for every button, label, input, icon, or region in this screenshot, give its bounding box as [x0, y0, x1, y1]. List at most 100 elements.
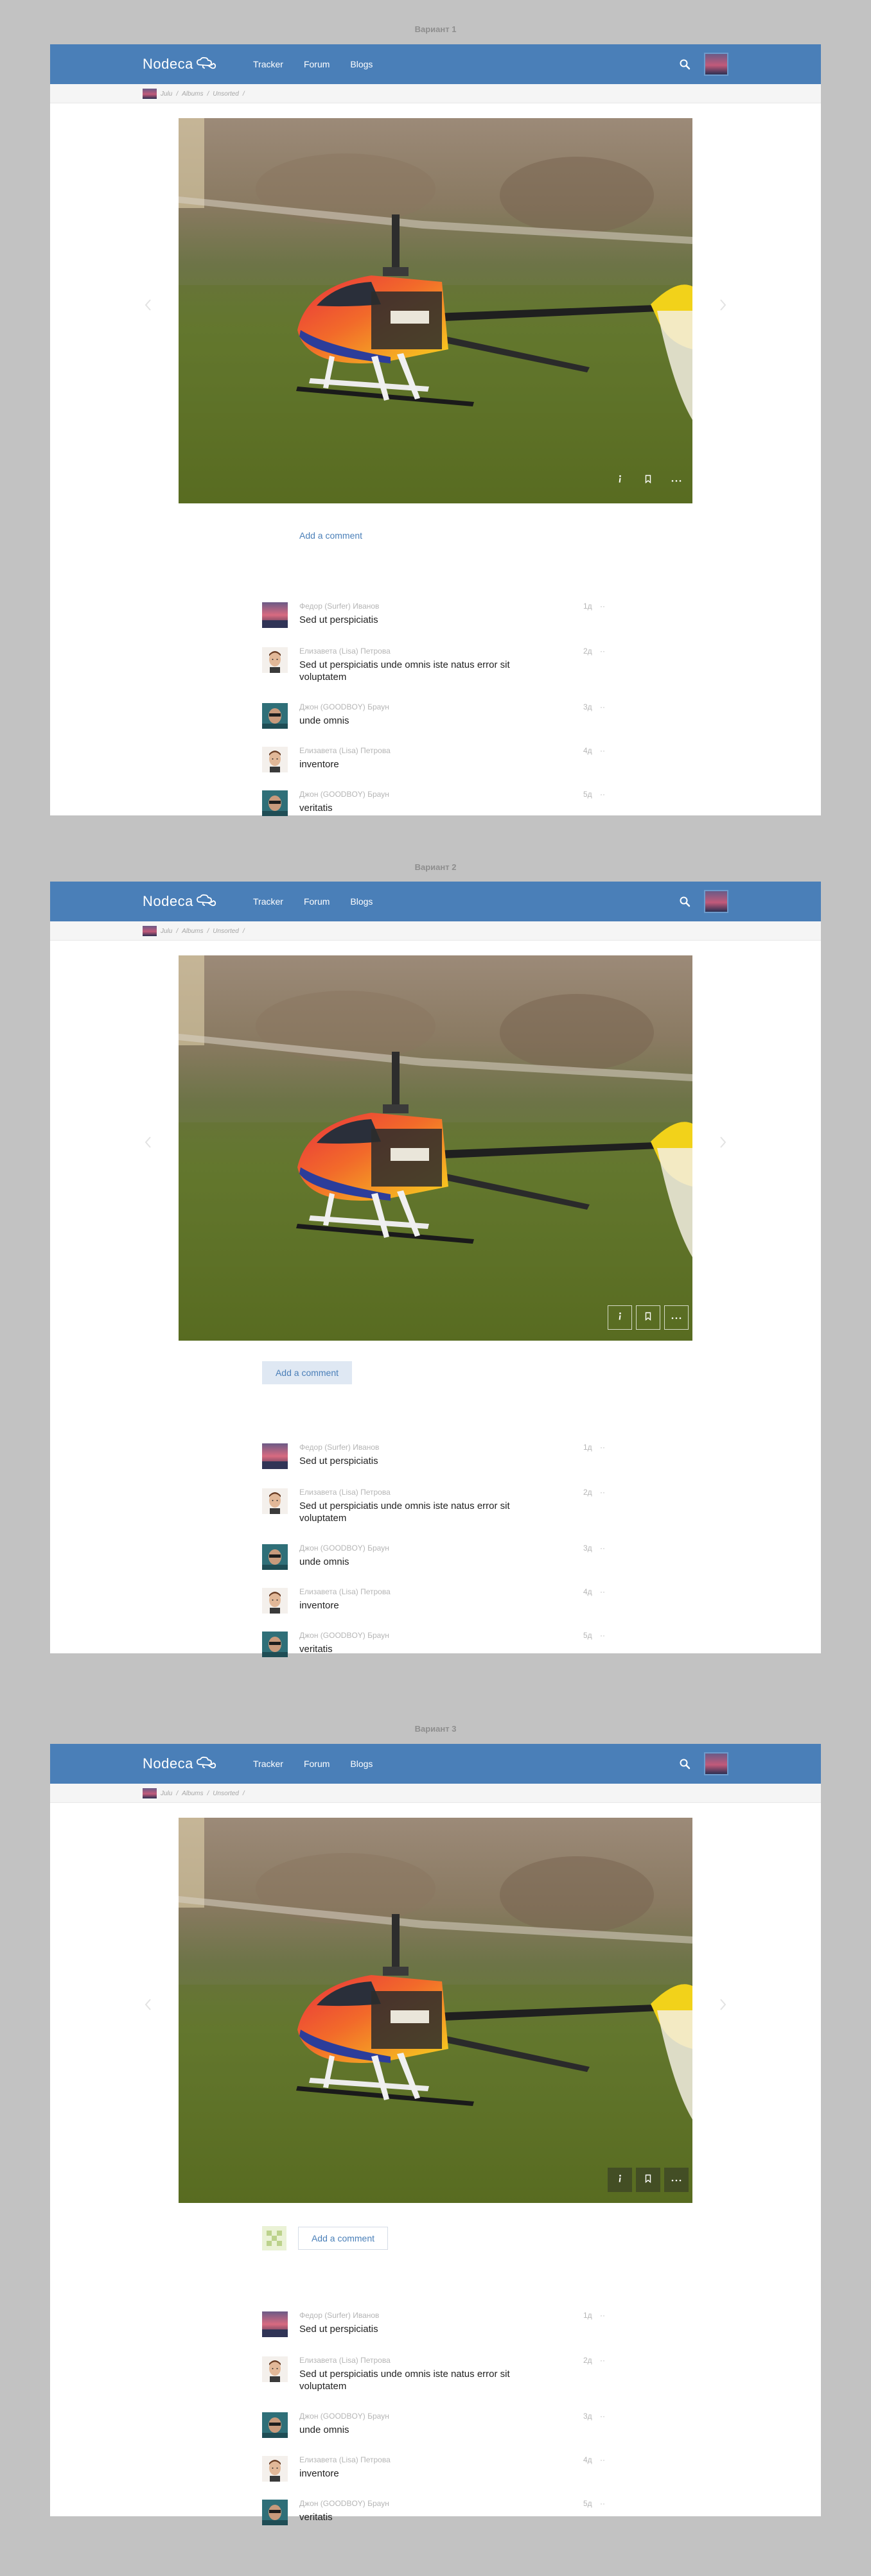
variant-frame: Nodeca Tracker Forum Blogs Julu / Albums / Unsor…	[50, 44, 821, 816]
comment-author[interactable]: Елизавета (Lisa) Петрова	[299, 647, 391, 656]
nav-link-forum[interactable]: Forum	[304, 59, 330, 69]
breadcrumb-item[interactable]: Julu	[161, 928, 172, 935]
comment-author[interactable]: Джон (GOODBOY) Браун	[299, 2499, 389, 2508]
nav-link-blogs[interactable]: Blogs	[350, 59, 373, 69]
comment-author[interactable]: Джон (GOODBOY) Браун	[299, 702, 389, 711]
comment-author[interactable]: Елизавета (Lisa) Петрова	[299, 746, 391, 755]
comment-more-icon[interactable]: ··	[600, 1587, 605, 1596]
more-button[interactable]	[664, 468, 689, 492]
breadcrumb-avatar[interactable]	[143, 89, 157, 99]
comment-avatar[interactable]	[262, 602, 288, 628]
comment-avatar[interactable]	[262, 1488, 288, 1514]
info-button[interactable]	[608, 1305, 632, 1330]
user-avatar[interactable]	[704, 890, 728, 913]
comment-avatar[interactable]	[262, 1588, 288, 1614]
comment-avatar[interactable]	[262, 1443, 288, 1469]
breadcrumb-item[interactable]: Unsorted	[213, 1790, 239, 1797]
search-icon[interactable]	[679, 896, 691, 907]
nav-link-forum[interactable]: Forum	[304, 1759, 330, 1769]
user-avatar[interactable]	[704, 53, 728, 76]
comment-avatar[interactable]	[262, 2311, 288, 2337]
breadcrumb-item[interactable]: Unsorted	[213, 91, 239, 98]
comment-more-icon[interactable]: ··	[600, 2412, 605, 2421]
helicopter-photo[interactable]	[179, 1818, 692, 2203]
breadcrumb-item[interactable]: Julu	[161, 91, 172, 98]
comment-more-icon[interactable]: ··	[600, 2356, 605, 2365]
comment-author[interactable]: Елизавета (Lisa) Петрова	[299, 1488, 391, 1497]
breadcrumb-item[interactable]: Albums	[182, 91, 203, 98]
comment-more-icon[interactable]: ··	[600, 602, 605, 611]
comment-more-icon[interactable]: ··	[600, 1443, 605, 1452]
comment-author[interactable]: Джон (GOODBOY) Браун	[299, 1631, 389, 1640]
helicopter-photo[interactable]	[179, 118, 692, 503]
comment-author[interactable]: Федор (Surfer) Иванов	[299, 602, 379, 611]
breadcrumb-separator: /	[176, 927, 179, 935]
comment-more-icon[interactable]: ··	[600, 746, 605, 755]
user-avatar[interactable]	[704, 1752, 728, 1775]
comment-avatar[interactable]	[262, 647, 288, 673]
nav-link-blogs[interactable]: Blogs	[350, 896, 373, 907]
breadcrumb-bar: Julu / Albums / Unsorted /	[50, 1784, 821, 1803]
bookmark-button[interactable]	[636, 1305, 660, 1330]
prev-arrow-icon[interactable]	[143, 1135, 154, 1149]
comment-author[interactable]: Джон (GOODBOY) Браун	[299, 2412, 389, 2421]
more-button[interactable]	[664, 1305, 689, 1330]
nav-link-tracker[interactable]: Tracker	[253, 59, 283, 69]
next-arrow-icon[interactable]	[717, 1997, 728, 2012]
comment-avatar[interactable]	[262, 2356, 288, 2382]
comment-more-icon[interactable]: ··	[600, 1488, 605, 1497]
breadcrumb-item[interactable]: Albums	[182, 1790, 203, 1797]
comment-avatar[interactable]	[262, 1632, 288, 1657]
comment-more-icon[interactable]: ··	[600, 790, 605, 799]
comment-author[interactable]: Елизавета (Lisa) Петрова	[299, 2455, 391, 2464]
breadcrumb-item[interactable]: Julu	[161, 1790, 172, 1797]
search-icon[interactable]	[679, 1758, 691, 1770]
logo[interactable]: Nodeca	[143, 55, 216, 73]
more-button[interactable]	[664, 2168, 689, 2192]
nav-link-tracker[interactable]: Tracker	[253, 896, 283, 907]
comment-author[interactable]: Елизавета (Lisa) Петрова	[299, 2356, 391, 2365]
search-icon[interactable]	[679, 58, 691, 70]
breadcrumb-item[interactable]: Unsorted	[213, 928, 239, 935]
next-arrow-icon[interactable]	[717, 298, 728, 312]
comment-more-icon[interactable]: ··	[600, 702, 605, 711]
comment-avatar[interactable]	[262, 2412, 288, 2438]
prev-arrow-icon[interactable]	[143, 1997, 154, 2012]
comment-more-icon[interactable]: ··	[600, 647, 605, 656]
comment-more-icon[interactable]: ··	[600, 2499, 605, 2508]
comment-avatar[interactable]	[262, 2500, 288, 2525]
next-arrow-icon[interactable]	[717, 1135, 728, 1149]
comment-avatar[interactable]	[262, 790, 288, 816]
comment-author[interactable]: Джон (GOODBOY) Браун	[299, 1544, 389, 1553]
logo[interactable]: Nodeca	[143, 892, 216, 910]
comment-author[interactable]: Елизавета (Lisa) Петрова	[299, 1587, 391, 1596]
info-button[interactable]	[608, 468, 632, 492]
comment-more-icon[interactable]: ··	[600, 1544, 605, 1553]
comment-avatar[interactable]	[262, 747, 288, 772]
prev-arrow-icon[interactable]	[143, 298, 154, 312]
logo[interactable]: Nodeca	[143, 1755, 216, 1773]
nav-link-forum[interactable]: Forum	[304, 896, 330, 907]
nav-link-blogs[interactable]: Blogs	[350, 1759, 373, 1769]
comment-author[interactable]: Федор (Surfer) Иванов	[299, 1443, 379, 1452]
bookmark-button[interactable]	[636, 2168, 660, 2192]
comment-more-icon[interactable]: ··	[600, 1631, 605, 1640]
helicopter-photo[interactable]	[179, 955, 692, 1341]
comment-more-icon[interactable]: ··	[600, 2311, 605, 2320]
breadcrumb-avatar[interactable]	[143, 1788, 157, 1798]
comment-avatar[interactable]	[262, 2456, 288, 2482]
add-comment-link[interactable]: Add a comment	[299, 530, 362, 541]
nav-link-tracker[interactable]: Tracker	[253, 1759, 283, 1769]
comment-avatar[interactable]	[262, 1544, 288, 1570]
comment-author[interactable]: Джон (GOODBOY) Браун	[299, 790, 389, 799]
comment-more-icon[interactable]: ··	[600, 2455, 605, 2464]
add-comment-button[interactable]: Add a comment	[262, 1361, 352, 1384]
comment-author[interactable]: Федор (Surfer) Иванов	[299, 2311, 379, 2320]
add-comment-button[interactable]: Add a comment	[298, 2227, 388, 2250]
comment-avatar[interactable]	[262, 703, 288, 729]
info-button[interactable]	[608, 2168, 632, 2192]
breadcrumb-item[interactable]: Albums	[182, 928, 203, 935]
bookmark-button[interactable]	[636, 468, 660, 492]
top-navbar: Nodeca Tracker Forum Blogs	[50, 882, 821, 921]
breadcrumb-avatar[interactable]	[143, 926, 157, 936]
